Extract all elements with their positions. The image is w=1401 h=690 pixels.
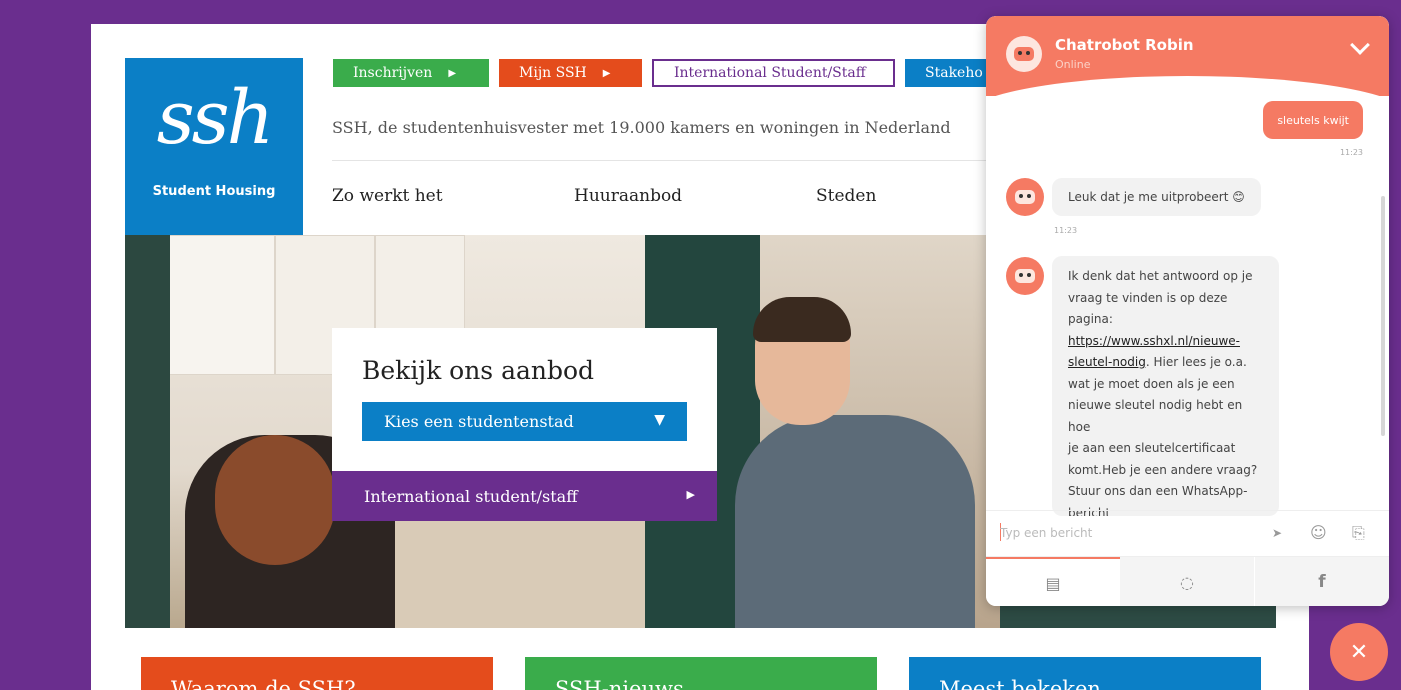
tile-meest-bekeken[interactable]: Meest bekeken: [909, 657, 1261, 690]
bot-message-line: nieuwe sleutel nodig hebt en hoe: [1068, 398, 1243, 434]
logo-mark: ssh: [156, 75, 275, 161]
robot-avatar-icon: [1006, 178, 1044, 216]
stakeholders-label: Stakeho: [925, 65, 983, 81]
stakeholders-button[interactable]: Stakeho: [905, 59, 995, 87]
hero-cabinet: [155, 235, 275, 375]
hero-person-standing: [735, 415, 975, 628]
chat-message-input[interactable]: [1000, 521, 1260, 545]
chat-channel-tabs: ▤ ◌ f: [986, 556, 1389, 606]
send-icon[interactable]: ➤: [1272, 526, 1282, 540]
play-arrow-icon: ▶: [448, 67, 457, 79]
bot-message: Leuk dat je me uitprobeert 😊: [1052, 178, 1261, 216]
nav-zo-werkt-het[interactable]: Zo werkt het: [332, 186, 443, 206]
message-time: 11:23: [1054, 226, 1078, 235]
message-time: 11:23: [1339, 148, 1363, 157]
inschrijven-label: Inschrijven: [353, 65, 433, 81]
play-arrow-icon: ▶: [602, 67, 611, 79]
robot-avatar-icon: [1006, 257, 1044, 295]
bot-message-line: wat je moet doen als je een: [1068, 376, 1235, 391]
whatsapp-icon: ◌: [1180, 572, 1194, 592]
bot-message-line: pagina:: [1068, 312, 1113, 326]
international-link-label: International student/staff: [364, 486, 578, 506]
robot-avatar-icon: [1006, 36, 1042, 72]
chat-status: Online: [1055, 58, 1091, 71]
nav-steden[interactable]: Steden: [816, 186, 876, 206]
search-title: Bekijk ons aanbod: [362, 356, 595, 385]
tile-ssh-nieuws[interactable]: SSH-nieuws: [525, 657, 877, 690]
international-student-link[interactable]: International student/staff ▶: [332, 471, 717, 521]
logo-subtitle: Student Housing: [152, 184, 276, 199]
chat-bubble-icon: ▤: [1045, 573, 1061, 593]
international-student-button[interactable]: International Student/Staff: [652, 59, 895, 87]
bot-message-line: je aan een sleutelcertificaat: [1068, 441, 1236, 455]
header-divider: [332, 160, 992, 161]
chat-widget: Chatrobot Robin Online sleutels kwijt 11…: [986, 16, 1389, 606]
close-icon: ✕: [1349, 639, 1369, 665]
search-panel: Bekijk ons aanbod Kies een studentenstad…: [332, 328, 717, 471]
tab-facebook[interactable]: f: [1255, 557, 1389, 606]
city-select[interactable]: Kies een studentenstad ▼: [362, 402, 687, 441]
tab-whatsapp[interactable]: ◌: [1120, 557, 1254, 606]
bot-message-line: vraag te vinden is op deze: [1068, 290, 1228, 305]
tab-chat[interactable]: ▤: [986, 557, 1120, 606]
nav-huuraanbod[interactable]: Huuraanbod: [574, 186, 682, 206]
city-select-label: Kies een studentenstad: [384, 412, 574, 431]
bot-message: Ik denk dat het antwoord op je vraag te …: [1052, 256, 1279, 516]
bot-message-line: Ik denk dat het antwoord op je: [1068, 269, 1253, 283]
hero-door-frame: [125, 235, 170, 628]
user-message: sleutels kwijt: [1263, 101, 1363, 139]
bot-message-link-line: https://www.sshxl.nl/nieuwe-sleutel-nodi…: [1068, 331, 1263, 374]
chevron-down-icon: ▼: [654, 412, 665, 428]
bot-message-line: Stuur ons dan een WhatsApp-: [1068, 484, 1248, 498]
bot-message-line: komt.Heb je een andere vraag?: [1068, 462, 1258, 477]
hero-person-hair: [753, 297, 851, 342]
play-arrow-icon: ▶: [686, 488, 695, 501]
tagline: SSH, de studentenhuisvester met 19.000 k…: [332, 118, 951, 137]
hero-person-hair: [215, 435, 335, 565]
ssh-logo[interactable]: ssh Student Housing: [125, 58, 303, 235]
inschrijven-button[interactable]: Inschrijven ▶: [333, 59, 489, 87]
international-student-label: International Student/Staff: [674, 65, 866, 81]
chat-close-button[interactable]: ✕: [1330, 623, 1388, 681]
mijn-ssh-label: Mijn SSH: [519, 65, 587, 81]
paperclip-icon[interactable]: ⎘: [1352, 523, 1365, 543]
tile-waarom-ssh[interactable]: Waarom de SSH?: [141, 657, 493, 690]
emoji-icon[interactable]: ☺: [1310, 523, 1327, 542]
chat-bot-name: Chatrobot Robin: [1055, 36, 1194, 54]
chevron-down-icon[interactable]: [1350, 35, 1370, 55]
facebook-icon: f: [1318, 572, 1326, 592]
chat-scrollbar[interactable]: [1381, 196, 1385, 436]
bot-message-line: . Hier lees je o.a.: [1145, 355, 1247, 369]
mijn-ssh-button[interactable]: Mijn SSH ▶: [499, 59, 642, 87]
chat-input-bar: ➤ ☺ ⎘: [986, 510, 1389, 554]
